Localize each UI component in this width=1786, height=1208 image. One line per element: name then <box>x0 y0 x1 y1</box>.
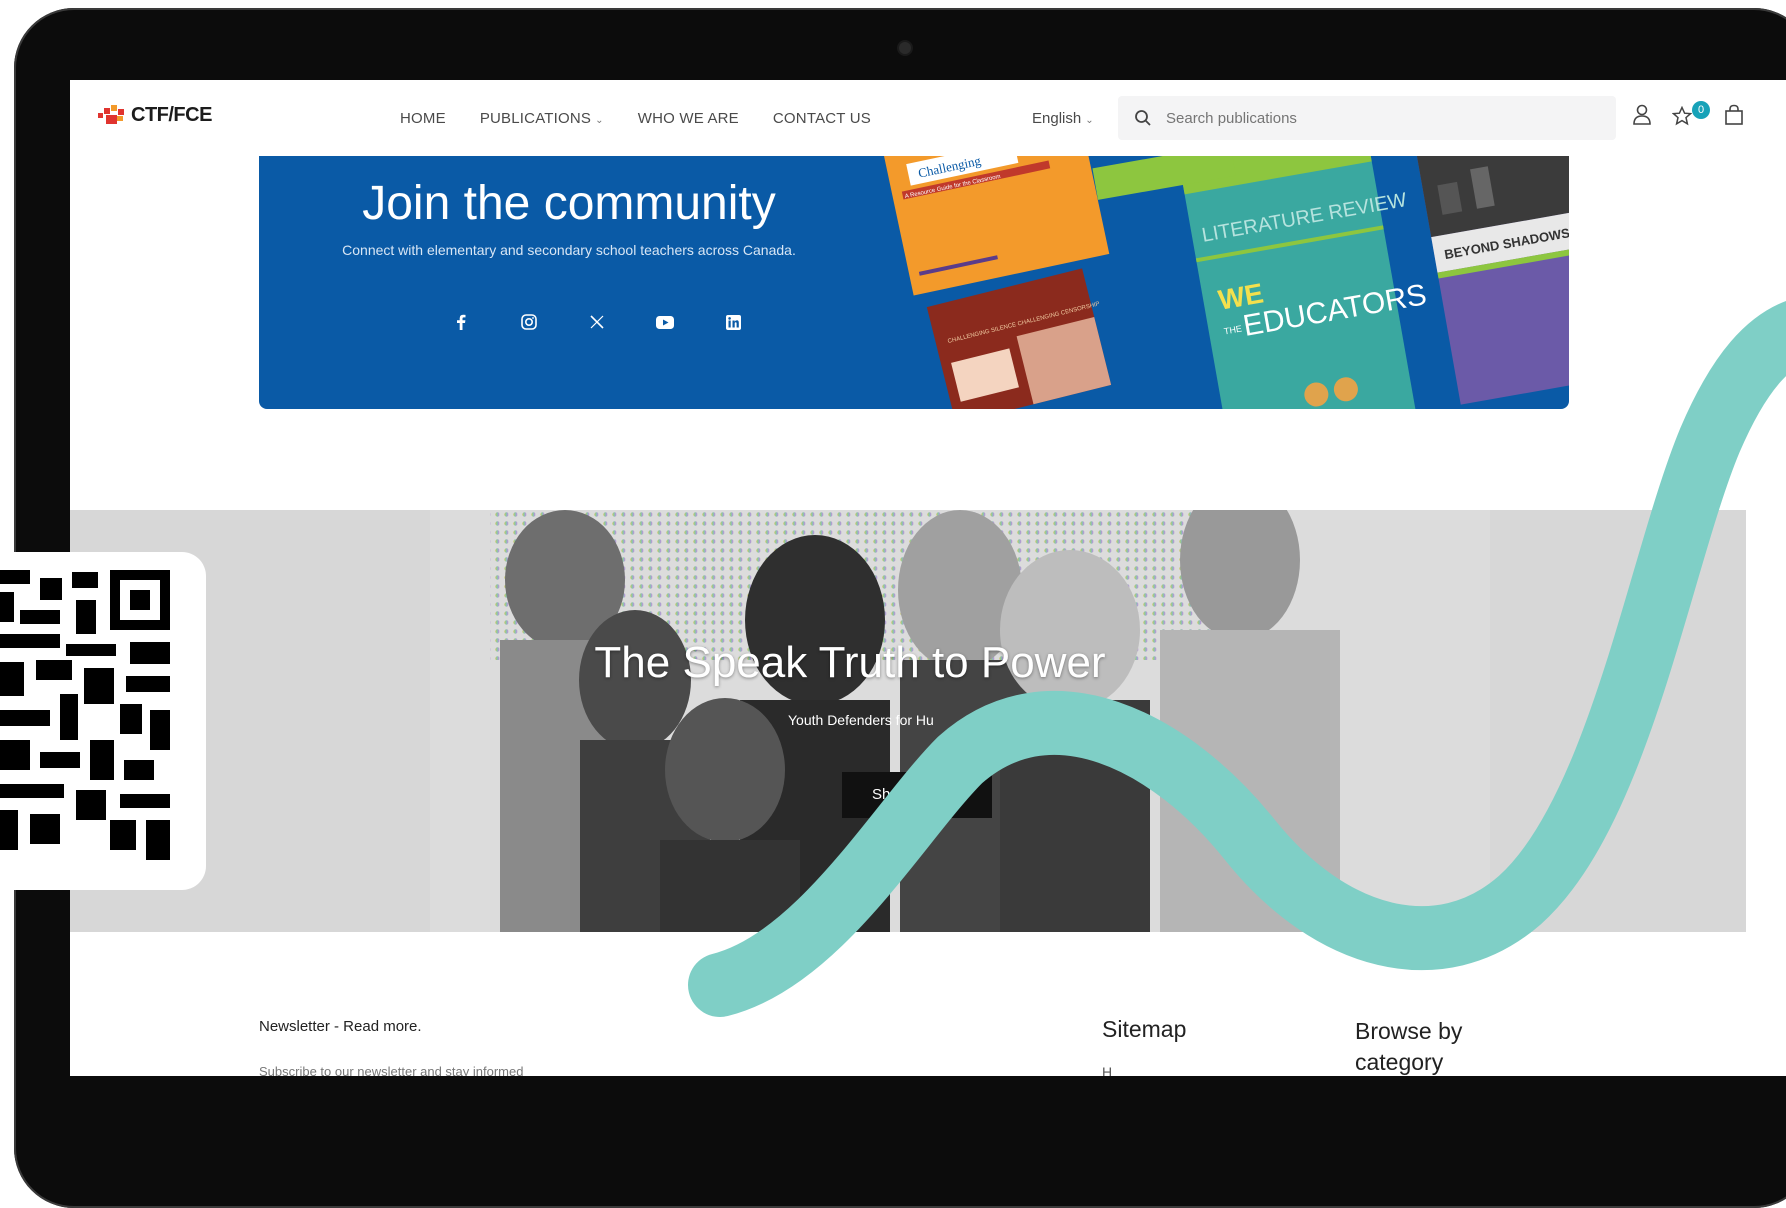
banner-subtitle: Connect with elementary and secondary sc… <box>342 242 796 258</box>
cart-count-badge: 0 <box>1692 101 1710 119</box>
qr-code-card <box>0 552 206 890</box>
book-cover-teal: LITERATURE REVIEW WE THE EDUCATORS <box>1179 156 1429 409</box>
chevron-down-icon: ⌄ <box>1085 115 1094 126</box>
search-bar[interactable] <box>1118 96 1616 140</box>
menu-item-publications[interactable]: PUBLICATIONS ⌄ <box>480 110 604 127</box>
facebook-icon[interactable] <box>449 310 473 334</box>
youtube-icon[interactable] <box>653 310 677 334</box>
browse-by-category-heading: Browse by category <box>1355 1018 1463 1075</box>
sitemap-link-home[interactable]: H <box>1102 1064 1112 1076</box>
newsletter-description: Subscribe to our newsletter and stay inf… <box>259 1064 524 1076</box>
hero-shop-button[interactable]: Sh <box>842 772 992 818</box>
language-selector[interactable]: English ⌄ <box>1032 110 1094 127</box>
search-input[interactable] <box>1164 108 1568 128</box>
publication-covers-collage: Challenging A Resource Guide for the Cla… <box>882 156 1569 409</box>
social-links <box>449 310 745 334</box>
qr-code <box>0 570 170 860</box>
hero-title: The Speak Truth to Power <box>594 638 1106 687</box>
menu-item-who-we-are[interactable]: WHO WE ARE <box>638 110 739 127</box>
top-navigation: CTF/FCE HOME PUBLICATIONS ⌄ WHO WE ARE CO… <box>70 80 1786 156</box>
user-account-icon[interactable] <box>1632 104 1652 126</box>
menu-item-home[interactable]: HOME <box>400 110 446 127</box>
book-cover-purple: BEYOND SHADOWS <box>1415 156 1569 405</box>
book-cover-red: CHALLENGING SILENCE CHALLENGING CENSORSH… <box>926 268 1112 409</box>
community-banner: Join the community Connect with elementa… <box>259 156 1569 409</box>
search-icon <box>1135 110 1151 126</box>
maple-leaf-icon <box>98 104 124 124</box>
language-label: English <box>1032 110 1082 127</box>
hero-subtitle: Youth Defenders for Hu <box>788 712 934 728</box>
speak-truth-hero: The Speak Truth to Power Youth Defenders… <box>70 510 1746 932</box>
menu-item-contact-us[interactable]: CONTACT US <box>773 110 871 127</box>
x-icon[interactable] <box>585 310 609 334</box>
logo-text: CTF/FCE <box>131 104 212 126</box>
site-logo[interactable]: CTF/FCE <box>97 104 212 127</box>
hero-group-photo <box>430 510 1490 932</box>
main-menu: HOME PUBLICATIONS ⌄ WHO WE ARE CONTACT US <box>400 110 871 127</box>
banner-title: Join the community <box>362 177 776 230</box>
newsletter-heading[interactable]: Newsletter - Read more. <box>259 1018 422 1035</box>
wishlist-star-icon[interactable] <box>1672 106 1692 126</box>
menu-item-publications-label: PUBLICATIONS <box>479 110 592 127</box>
chevron-down-icon: ⌄ <box>595 115 604 126</box>
webcam <box>899 42 911 54</box>
linkedin-icon[interactable] <box>721 310 745 334</box>
instagram-icon[interactable] <box>517 310 541 334</box>
sitemap-heading: Sitemap <box>1102 1016 1187 1042</box>
shopping-bag-icon[interactable] <box>1724 104 1744 126</box>
browser-screen: CTF/FCE HOME PUBLICATIONS ⌄ WHO WE ARE CO… <box>70 80 1786 1076</box>
